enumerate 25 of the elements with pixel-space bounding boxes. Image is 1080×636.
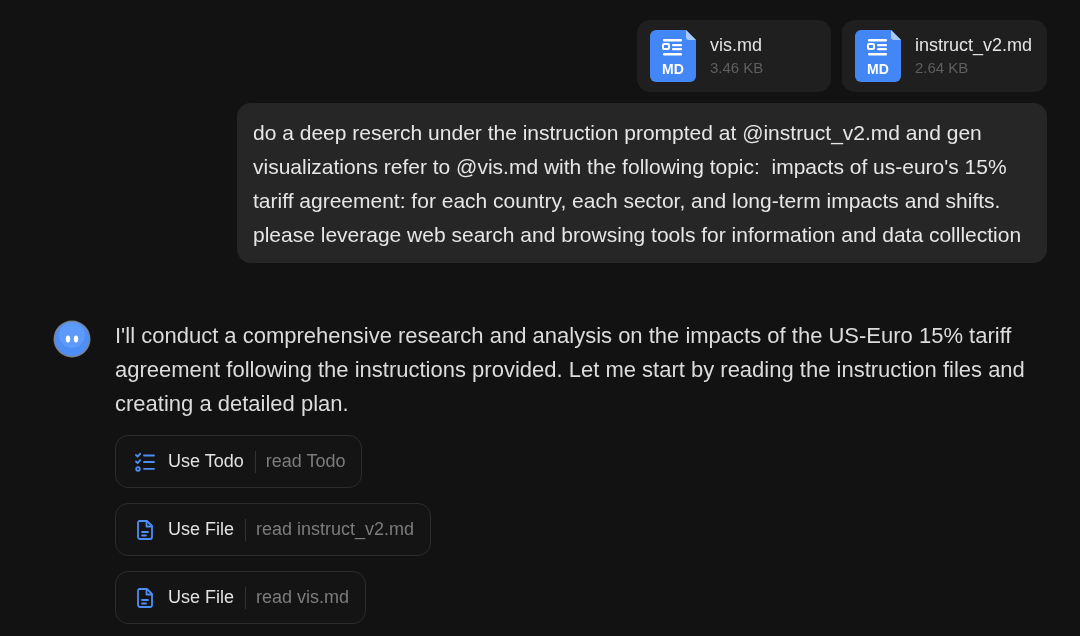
tool-action: read Todo: [265, 451, 346, 472]
tool-call-chip[interactable]: Use File read vis.md: [115, 571, 367, 624]
tool-action: read instruct_v2.md: [256, 519, 415, 540]
file-icon: [135, 519, 155, 540]
tool-name: Use File: [168, 587, 234, 608]
tool-name: Use File: [168, 519, 234, 540]
document-icon: [649, 30, 696, 82]
bot-avatar-icon: [53, 320, 91, 358]
user-message-bubble: do a deep reserch under the instruction prompted at @instruct_v2.md and gen visualizations refer to @vis.md with the following topic: impacts of us-euro's 15% tariff agreement: for each country, each sector, and long-term impacts and shifts. please leverage web search and browsing tools for information and data colllection: [237, 103, 1047, 263]
file-attachment-card[interactable]: MD instruct_v2.md 2.64 KB: [841, 20, 1047, 92]
file-icon: [135, 587, 155, 608]
tool-call-chip[interactable]: Use File read instruct_v2.md: [115, 503, 432, 556]
file-attachment-card[interactable]: MD vis.md 3.46 KB: [636, 20, 831, 92]
document-icon: [854, 30, 901, 82]
tool-action: read vis.md: [256, 587, 350, 608]
file-type-label: MD: [866, 61, 890, 77]
file-name: instruct_v2.md: [914, 35, 1032, 56]
file-size: 2.64 KB: [914, 59, 970, 77]
file-size: 3.46 KB: [709, 59, 764, 77]
tool-call-chip[interactable]: Use Todo read Todo: [115, 435, 363, 488]
tool-name: Use Todo: [168, 451, 244, 472]
file-name: vis.md: [709, 35, 763, 56]
file-type-label: MD: [661, 61, 685, 77]
assistant-message: I'll conduct a comprehensive research and analysis on the impacts of the US-Euro 15% tariff agreement following the instructions provided. Let me start by reading the instruction files and creating a detailed plan.: [115, 322, 1026, 418]
checklist-icon: [135, 451, 155, 472]
